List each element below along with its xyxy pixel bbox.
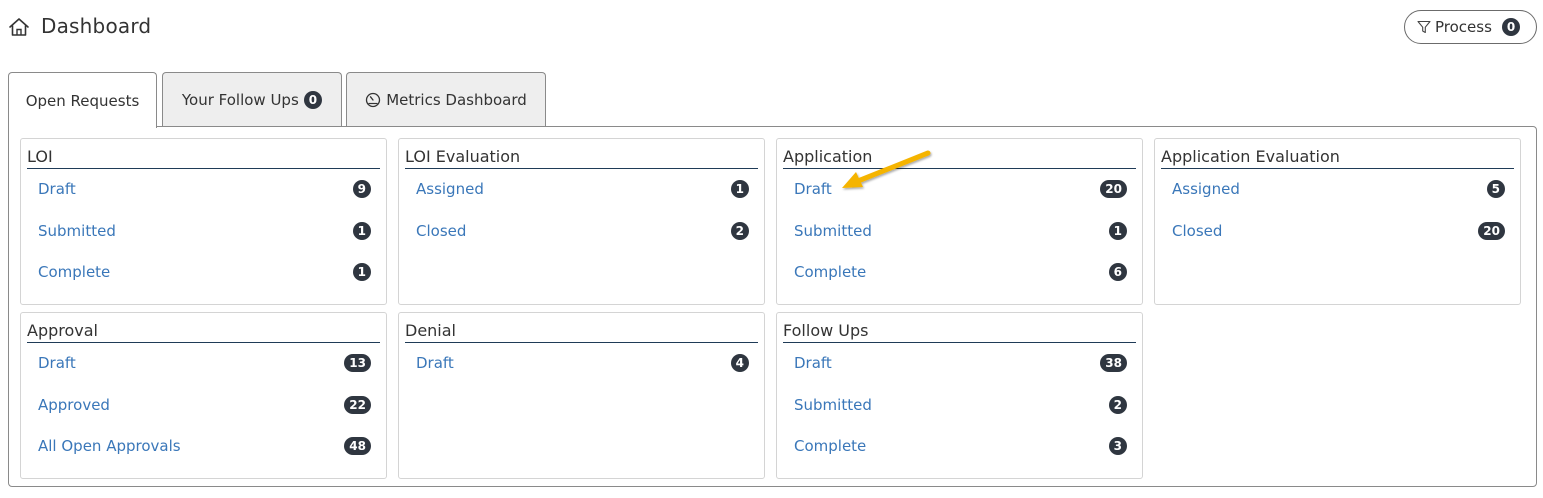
count-badge: 2 <box>730 222 749 240</box>
filter-icon <box>1417 20 1431 34</box>
card-title: Follow Ups <box>783 321 1136 343</box>
tab-metrics-dashboard[interactable]: Metrics Dashboard <box>346 72 546 127</box>
count-badge: 48 <box>344 437 371 455</box>
page-title: Dashboard <box>41 14 152 38</box>
card-loi: LOI Draft 9 Submitted 1 Complete 1 <box>20 138 387 305</box>
list-item[interactable]: Complete 3 <box>777 434 1144 458</box>
list-item[interactable]: Submitted 1 <box>777 219 1144 243</box>
tab-label: Metrics Dashboard <box>386 91 527 109</box>
card-follow-ups: Follow Ups Draft 38 Submitted 2 Complete… <box>776 312 1143 479</box>
list-item-link[interactable]: Assigned <box>1172 180 1240 198</box>
card-approval: Approval Draft 13 Approved 22 All Open A… <box>20 312 387 479</box>
list-item-link[interactable]: All Open Approvals <box>38 437 181 455</box>
process-filter-button[interactable]: Process 0 <box>1404 10 1537 44</box>
count-badge: 1 <box>352 222 371 240</box>
card-denial: Denial Draft 4 <box>398 312 765 479</box>
card-loi-evaluation: LOI Evaluation Assigned 1 Closed 2 <box>398 138 765 305</box>
tab-your-follow-ups[interactable]: Your Follow Ups 0 <box>162 72 342 127</box>
list-item-link[interactable]: Complete <box>794 263 866 281</box>
list-item-link[interactable]: Submitted <box>38 222 116 240</box>
card-title: Application <box>783 147 1136 169</box>
list-item[interactable]: Draft 4 <box>399 351 766 375</box>
count-badge: 20 <box>1478 222 1505 240</box>
page: Dashboard Process 0 Open Requests Your F… <box>0 0 1543 498</box>
count-badge: 2 <box>1108 396 1127 414</box>
list-item[interactable]: Approved 22 <box>21 393 388 417</box>
tab-open-requests[interactable]: Open Requests <box>8 72 157 128</box>
list-item-link[interactable]: Submitted <box>794 396 872 414</box>
tab-label: Your Follow Ups <box>181 91 299 109</box>
list-item[interactable]: Complete 6 <box>777 260 1144 284</box>
list-item-link[interactable]: Assigned <box>416 180 484 198</box>
list-item[interactable]: All Open Approvals 48 <box>21 434 388 458</box>
list-item-link[interactable]: Complete <box>794 437 866 455</box>
list-item[interactable]: Submitted 2 <box>777 393 1144 417</box>
count-badge: 6 <box>1108 263 1127 281</box>
follow-ups-count-badge: 0 <box>303 91 323 109</box>
list-item[interactable]: Submitted 1 <box>21 219 388 243</box>
tab-label: Open Requests <box>25 91 140 110</box>
list-item-link[interactable]: Draft <box>794 354 832 372</box>
list-item[interactable]: Draft 20 <box>777 177 1144 201</box>
count-badge: 13 <box>344 354 371 372</box>
count-badge: 38 <box>1100 354 1127 372</box>
list-item[interactable]: Complete 1 <box>21 260 388 284</box>
card-title: LOI Evaluation <box>405 147 758 169</box>
list-item-link[interactable]: Draft <box>794 180 832 198</box>
card-title: Approval <box>27 321 380 343</box>
card-title: Denial <box>405 321 758 343</box>
list-item[interactable]: Assigned 1 <box>399 177 766 201</box>
list-item-link[interactable]: Submitted <box>794 222 872 240</box>
card-title: Application Evaluation <box>1161 147 1514 169</box>
process-count-badge: 0 <box>1501 18 1521 36</box>
list-item[interactable]: Draft 9 <box>21 177 388 201</box>
list-item-link[interactable]: Complete <box>38 263 110 281</box>
list-item[interactable]: Closed 2 <box>399 219 766 243</box>
count-badge: 22 <box>344 396 371 414</box>
list-item[interactable]: Draft 38 <box>777 351 1144 375</box>
count-badge: 3 <box>1108 437 1127 455</box>
count-badge: 5 <box>1486 180 1505 198</box>
list-item-link[interactable]: Closed <box>1172 222 1222 240</box>
count-badge: 9 <box>352 180 371 198</box>
list-item-link[interactable]: Draft <box>416 354 454 372</box>
count-badge: 1 <box>730 180 749 198</box>
list-item-link[interactable]: Closed <box>416 222 466 240</box>
card-application: Application Draft 20 Submitted 1 Complet… <box>776 138 1143 305</box>
card-application-evaluation: Application Evaluation Assigned 5 Closed… <box>1154 138 1521 305</box>
count-badge: 1 <box>352 263 371 281</box>
list-item[interactable]: Closed 20 <box>1155 219 1522 243</box>
count-badge: 4 <box>730 354 749 372</box>
gauge-icon <box>366 92 381 108</box>
list-item-link[interactable]: Draft <box>38 180 76 198</box>
header: Dashboard Process 0 <box>0 0 1543 56</box>
list-item[interactable]: Draft 13 <box>21 351 388 375</box>
list-item-link[interactable]: Approved <box>38 396 110 414</box>
home-icon[interactable] <box>8 17 30 37</box>
count-badge: 20 <box>1100 180 1127 198</box>
count-badge: 1 <box>1108 222 1127 240</box>
card-title: LOI <box>27 147 380 169</box>
process-label: Process <box>1435 18 1492 36</box>
list-item[interactable]: Assigned 5 <box>1155 177 1522 201</box>
list-item-link[interactable]: Draft <box>38 354 76 372</box>
